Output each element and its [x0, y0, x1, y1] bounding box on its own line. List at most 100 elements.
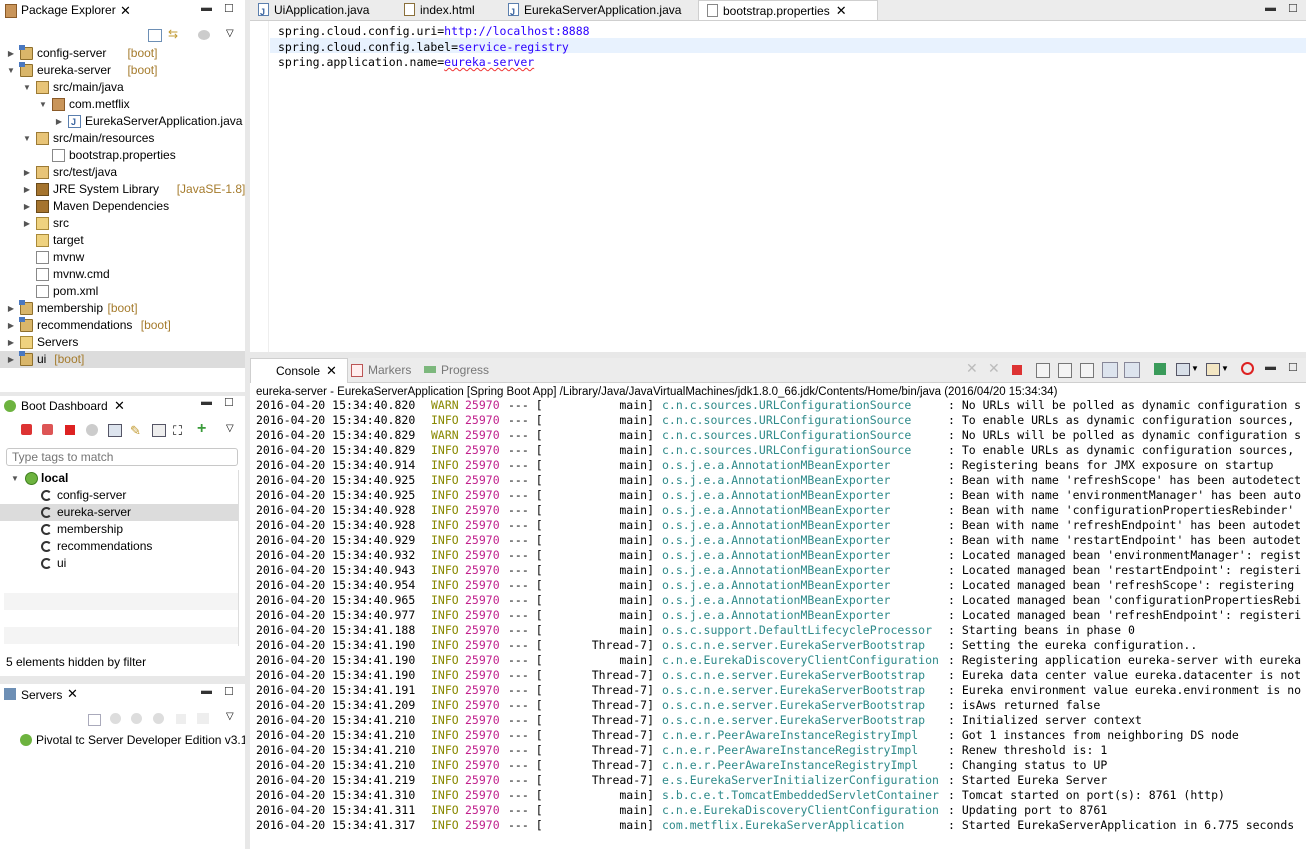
tree-item[interactable]: ▶ recommendations [boot]	[0, 317, 245, 334]
editor-tab[interactable]: EurekaServerApplication.java	[500, 0, 692, 22]
collapsed-arrow-icon[interactable]: ▶	[6, 334, 16, 351]
expose-icon[interactable]: ⛶	[173, 423, 182, 439]
collapsed-arrow-icon[interactable]: ▶	[22, 198, 32, 215]
publish-icon[interactable]	[197, 713, 209, 724]
code-line[interactable]: spring.cloud.config.label=service-regist…	[278, 40, 569, 55]
boot-app-item[interactable]: eureka-server	[0, 504, 238, 521]
expanded-arrow-icon[interactable]: ▼	[22, 79, 32, 96]
minimize-icon[interactable]: ▬	[201, 396, 212, 408]
maximize-icon[interactable]: ☐	[1288, 2, 1298, 15]
tag-filter-input[interactable]	[6, 448, 238, 466]
stop-icon[interactable]	[65, 425, 75, 435]
boot-app-item[interactable]: recommendations	[0, 538, 238, 555]
close-icon[interactable]: ✕	[114, 398, 125, 414]
tree-item[interactable]: target	[0, 232, 245, 249]
tree-item[interactable]: bootstrap.properties	[0, 147, 245, 164]
boot-dashboard-title[interactable]: Boot Dashboard	[21, 399, 108, 413]
display-selected-console-icon[interactable]	[1176, 363, 1190, 376]
view-menu-icon[interactable]: ▽	[226, 28, 234, 39]
code-line[interactable]: spring.application.name=eureka-server	[278, 55, 534, 70]
code-line[interactable]: spring.cloud.config.uri=http://localhost…	[278, 24, 590, 39]
open-console-icon[interactable]	[1206, 363, 1220, 376]
maximize-icon[interactable]: ☐	[224, 396, 234, 409]
editor-tab[interactable]: bootstrap.properties ✕	[698, 0, 878, 20]
collapsed-arrow-icon[interactable]: ▶	[6, 317, 16, 334]
tree-item[interactable]: mvnw	[0, 249, 245, 266]
tree-item[interactable]: ▶ ui [boot]	[0, 351, 245, 368]
debug-server-icon[interactable]	[110, 713, 121, 724]
collapse-icon[interactable]	[88, 714, 101, 726]
collapse-all-icon[interactable]	[148, 29, 162, 42]
terminate-icon[interactable]	[1012, 365, 1022, 375]
boot-app-item[interactable]: config-server	[0, 487, 238, 504]
tree-item[interactable]: ▶ Servers	[0, 334, 245, 351]
package-explorer-tab-title[interactable]: Package Explorer	[21, 0, 116, 20]
link-with-editor-icon[interactable]: ⇆	[168, 28, 181, 40]
expanded-arrow-icon[interactable]: ▼	[38, 96, 48, 113]
minimize-icon[interactable]: ▬	[201, 685, 212, 697]
profile-server-icon[interactable]	[153, 713, 164, 724]
tree-item[interactable]: ▶ membership [boot]	[0, 300, 245, 317]
collapsed-arrow-icon[interactable]: ▶	[22, 164, 32, 181]
dropdown-icon[interactable]: ▼	[1221, 364, 1229, 373]
boot-app-item[interactable]: membership	[0, 521, 238, 538]
focus-icon[interactable]	[198, 30, 210, 40]
tree-item[interactable]: ▶ src	[0, 215, 245, 232]
editor-tab[interactable]: UiApplication.java	[250, 0, 390, 22]
expanded-arrow-icon[interactable]: ▼	[22, 130, 32, 147]
tab-console[interactable]: Console ✕	[250, 358, 348, 383]
tree-item[interactable]: ▶ config-server [boot]	[0, 45, 245, 62]
debug-icon[interactable]	[42, 424, 53, 435]
close-icon[interactable]: ✕	[326, 361, 337, 381]
refresh-icon[interactable]	[86, 424, 98, 436]
show-on-stdout-icon[interactable]	[1102, 362, 1118, 378]
tree-item[interactable]: ▶ JRE System Library [JavaSE-1.8]	[0, 181, 245, 198]
add-icon[interactable]: +	[197, 420, 206, 438]
minimize-icon[interactable]: ▬	[1265, 361, 1276, 373]
maximize-icon[interactable]: ☐	[1288, 361, 1298, 374]
tree-item[interactable]: ▼ src/main/resources	[0, 130, 245, 147]
tab-progress[interactable]: Progress	[441, 360, 489, 380]
server-item[interactable]: Pivotal tc Server Developer Edition v3.1	[0, 732, 245, 749]
servers-title[interactable]: Servers	[21, 688, 62, 702]
local-target[interactable]: ▼ local	[0, 470, 238, 487]
tree-item[interactable]: ▼ src/main/java	[0, 79, 245, 96]
boot-dashboard-scrollbar[interactable]	[238, 470, 239, 646]
expanded-arrow-icon[interactable]: ▼	[10, 470, 20, 487]
minimize-icon[interactable]: ▬	[201, 2, 212, 14]
boot-app-item[interactable]: ui	[0, 555, 238, 572]
close-icon[interactable]: ✕	[836, 3, 847, 18]
collapsed-arrow-icon[interactable]: ▶	[6, 45, 16, 62]
tree-item[interactable]: ▶ EurekaServerApplication.java	[0, 113, 245, 131]
columns-icon[interactable]	[152, 424, 166, 437]
dropdown-icon[interactable]: ▼	[1191, 364, 1199, 373]
collapsed-arrow-icon[interactable]: ▶	[6, 351, 16, 368]
tab-markers[interactable]: Markers	[368, 360, 411, 380]
boot-console-icon[interactable]	[1241, 362, 1254, 375]
collapsed-arrow-icon[interactable]: ▶	[54, 113, 64, 130]
close-icon[interactable]: ✕	[120, 3, 131, 19]
view-menu-icon[interactable]: ▽	[226, 711, 234, 722]
clear-console-icon[interactable]	[1036, 363, 1050, 378]
tree-item[interactable]: pom.xml	[0, 283, 245, 300]
view-menu-icon[interactable]: ▽	[226, 423, 234, 434]
minimize-icon[interactable]: ▬	[1265, 2, 1276, 14]
close-icon[interactable]: ✕	[67, 686, 78, 702]
pin-console-icon[interactable]	[1154, 363, 1166, 375]
edit-icon[interactable]: ✎	[130, 423, 141, 439]
expanded-arrow-icon[interactable]: ▼	[6, 62, 16, 79]
stop-server-icon[interactable]	[176, 714, 186, 724]
start-icon[interactable]	[21, 424, 32, 435]
collapsed-arrow-icon[interactable]: ▶	[22, 215, 32, 232]
tree-item[interactable]: ▼ com.metflix	[0, 96, 245, 113]
tree-item[interactable]: mvnw.cmd	[0, 266, 245, 283]
tree-item[interactable]: ▶ Maven Dependencies	[0, 198, 245, 215]
start-server-icon[interactable]	[131, 713, 142, 724]
show-on-stderr-icon[interactable]	[1124, 362, 1140, 378]
word-wrap-icon[interactable]	[1080, 363, 1094, 378]
tree-item[interactable]: ▶ src/test/java	[0, 164, 245, 181]
open-console-icon[interactable]	[108, 424, 122, 437]
editor-tab[interactable]: index.html	[396, 0, 494, 20]
collapsed-arrow-icon[interactable]: ▶	[6, 300, 16, 317]
maximize-icon[interactable]: ☐	[224, 2, 234, 15]
